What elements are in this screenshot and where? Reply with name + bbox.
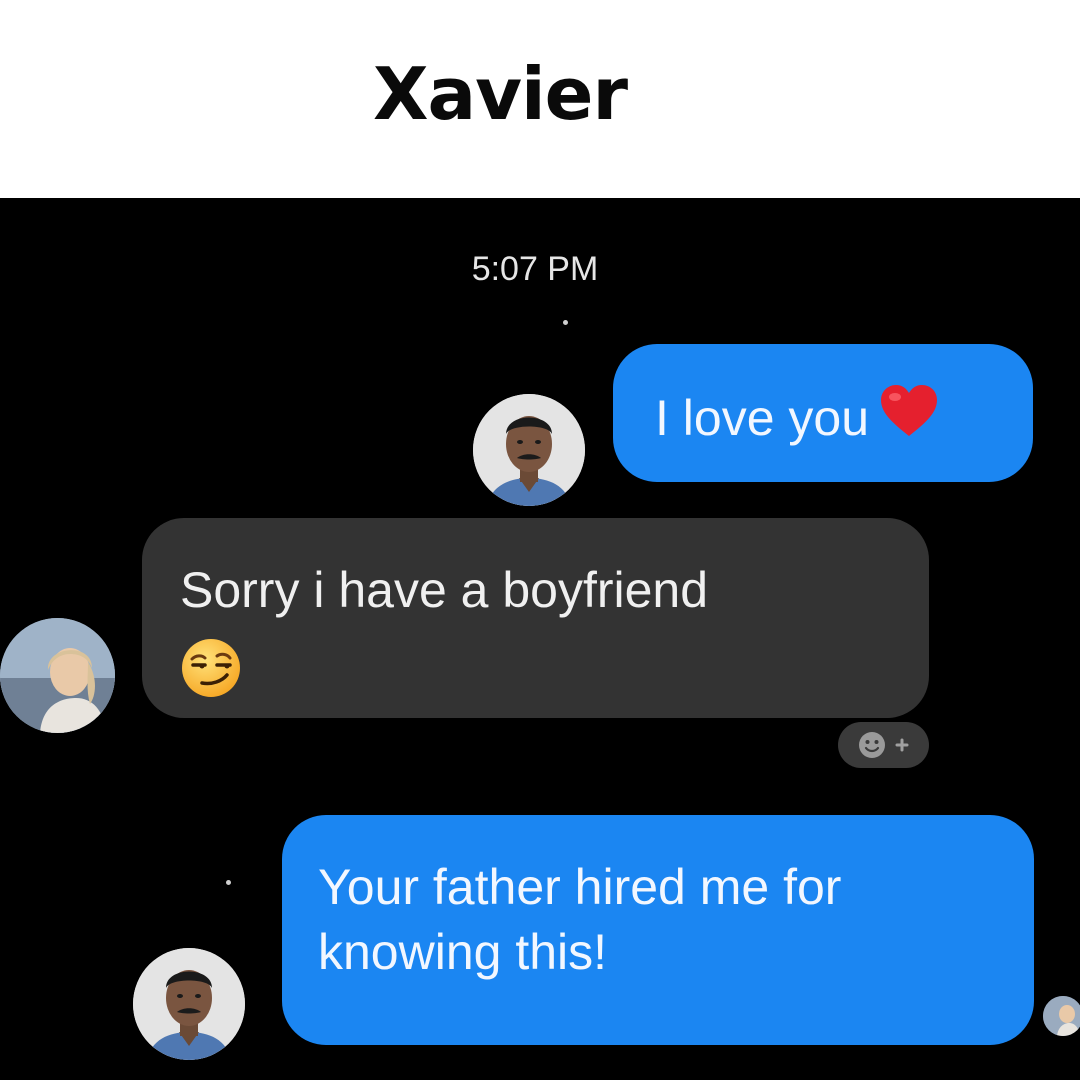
message-text: Your father hired me for (318, 859, 842, 915)
woman-avatar-icon (1043, 996, 1080, 1036)
sent-message-bubble[interactable]: Your father hired me for knowing this! (282, 815, 1034, 1045)
message-text: knowing this! (318, 924, 608, 980)
received-message-bubble[interactable]: Sorry i have a boyfriend (142, 518, 929, 718)
recipient-avatar[interactable] (0, 618, 115, 733)
smirking-face-icon (180, 637, 891, 715)
woman-avatar-icon (0, 618, 115, 733)
decorative-dot (563, 320, 568, 325)
read-receipt-avatar (1043, 996, 1080, 1036)
sender-avatar[interactable] (473, 394, 585, 506)
sent-message-bubble[interactable]: I love you (613, 344, 1033, 482)
message-text: Sorry i have a boyfriend (180, 562, 709, 618)
add-reaction-button[interactable] (838, 722, 929, 768)
contact-name: Xavier (372, 52, 628, 136)
chat-header: Xavier (0, 0, 1080, 198)
sender-avatar[interactable] (133, 948, 245, 1060)
conversation-view[interactable]: 5:07 PM I love you Sorry i have a boyfri… (0, 198, 1080, 1080)
man-avatar-icon (473, 394, 585, 506)
message-text: I love you (655, 390, 870, 446)
red-heart-icon (879, 384, 939, 454)
message-timestamp: 5:07 PM (471, 250, 599, 288)
add-reaction-icon (859, 732, 909, 758)
decorative-dot (226, 880, 231, 885)
man-avatar-icon (133, 948, 245, 1060)
